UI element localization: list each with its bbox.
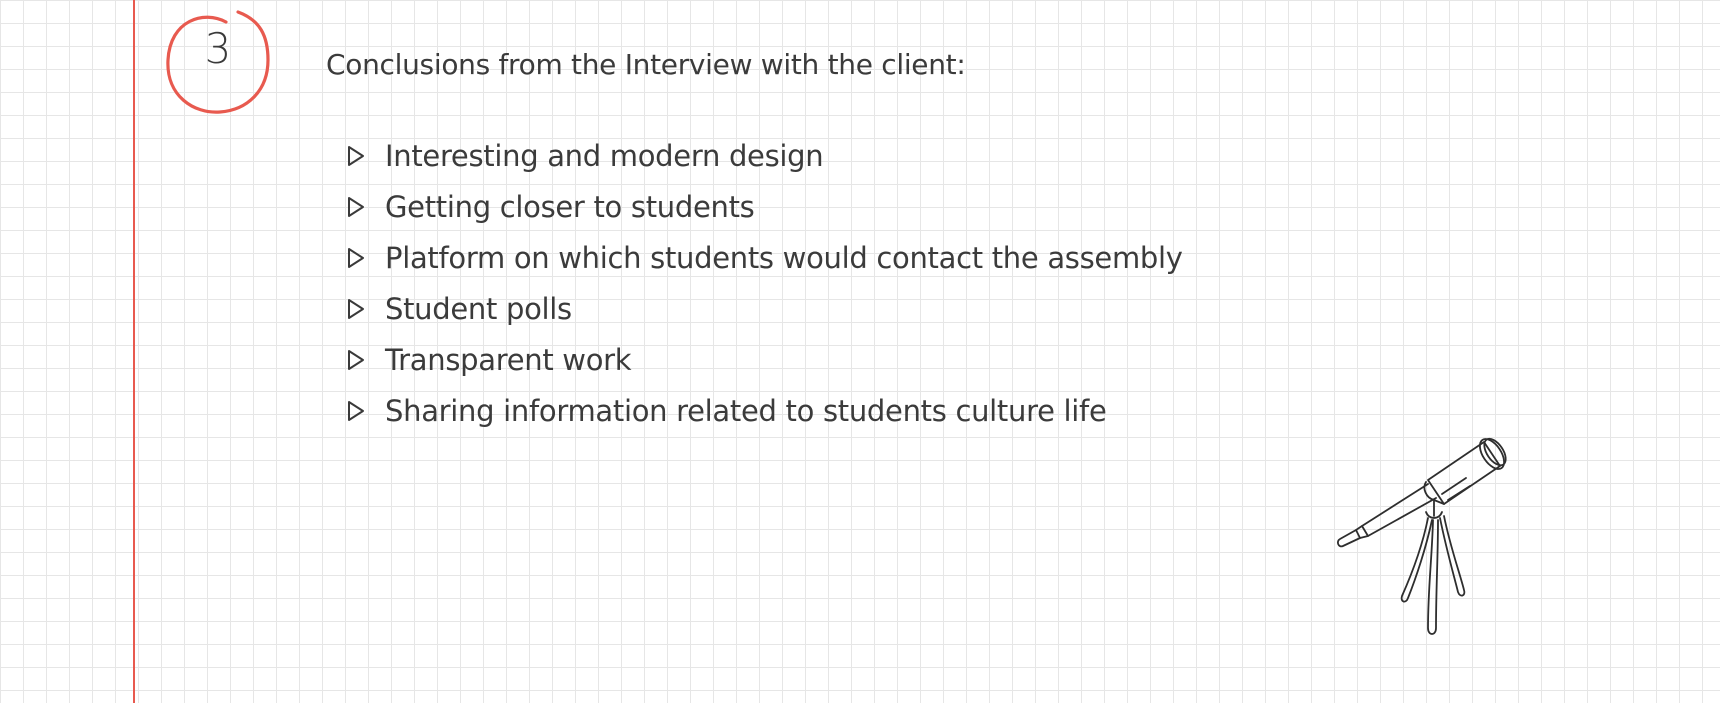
list-item: Getting closer to students bbox=[345, 181, 1183, 232]
triangle-outline-icon bbox=[348, 400, 364, 421]
step-number: 3 bbox=[204, 24, 232, 73]
triangle-outline-icon bbox=[348, 196, 364, 217]
list-item: Sharing information related to students … bbox=[345, 385, 1183, 436]
list-item-text: Getting closer to students bbox=[385, 189, 755, 224]
step-number-badge: 3 bbox=[164, 8, 272, 118]
page-title: Conclusions from the Interview with the … bbox=[326, 48, 966, 81]
list-item-text: Platform on which students would contact… bbox=[385, 240, 1183, 275]
list-item-text: Interesting and modern design bbox=[385, 138, 824, 173]
margin-line bbox=[133, 0, 135, 703]
list-item: Student polls bbox=[345, 283, 1183, 334]
triangle-outline-icon bbox=[348, 247, 364, 268]
list-item-text: Student polls bbox=[385, 291, 572, 326]
list-item-text: Transparent work bbox=[385, 342, 632, 377]
triangle-outline-icon bbox=[348, 145, 364, 166]
list-item: Platform on which students would contact… bbox=[345, 232, 1183, 283]
telescope-icon bbox=[1336, 437, 1507, 635]
list-item-text: Sharing information related to students … bbox=[385, 393, 1107, 428]
list-item: Interesting and modern design bbox=[345, 130, 1183, 181]
triangle-outline-icon bbox=[348, 298, 364, 319]
triangle-outline-icon bbox=[348, 349, 364, 370]
conclusions-list: Interesting and modern design Getting cl… bbox=[345, 130, 1183, 436]
list-item: Transparent work bbox=[345, 334, 1183, 385]
